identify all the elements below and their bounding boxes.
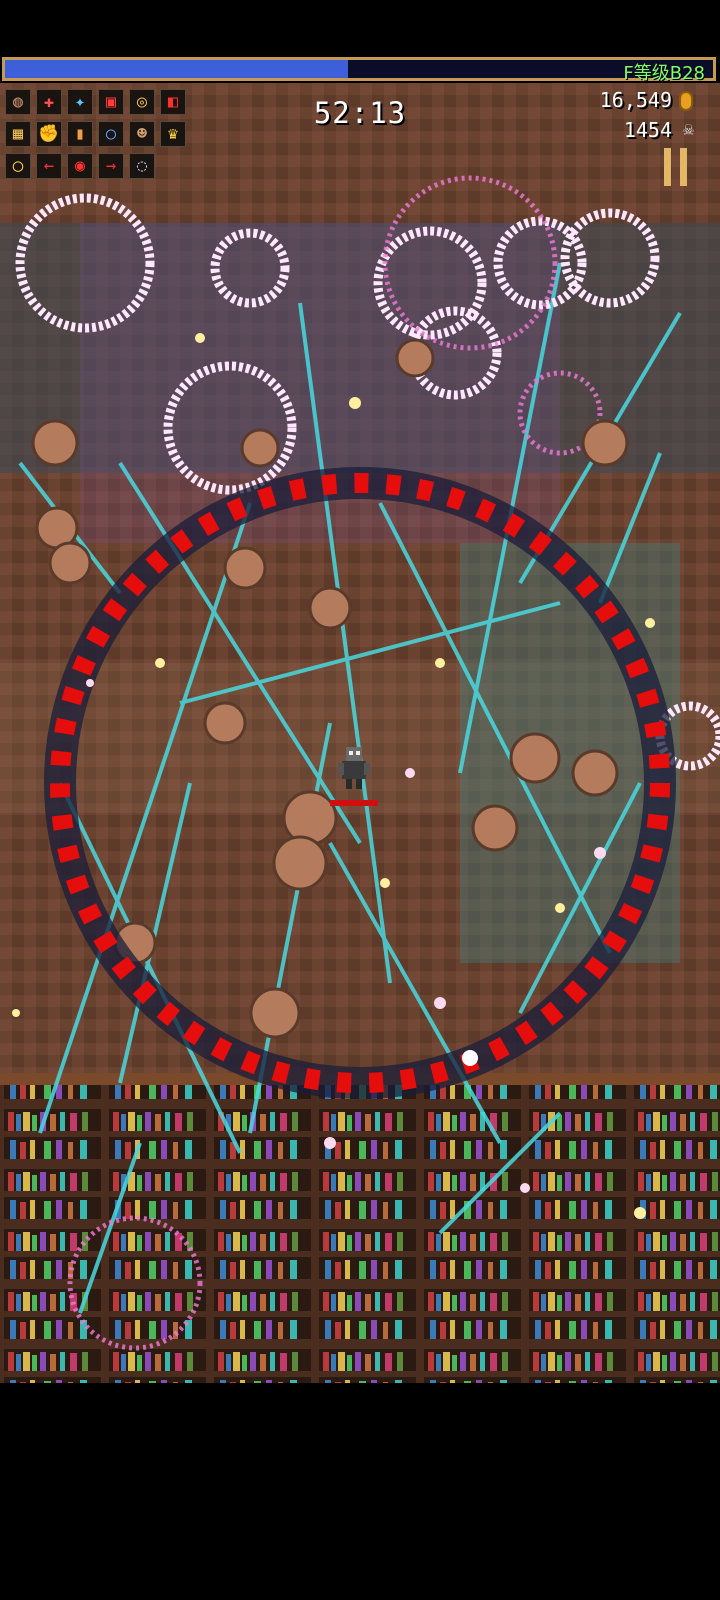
pause-button[interactable] bbox=[662, 148, 690, 186]
level-label: F等级B28 bbox=[623, 63, 705, 84]
cross-shield-icon: ✚ bbox=[36, 89, 62, 115]
candle-icon: ▮ bbox=[67, 121, 93, 147]
survival-timer: 52:13 bbox=[313, 96, 407, 130]
gauntlet-icon: ✊ bbox=[36, 121, 62, 147]
red-mask-icon: ◉ bbox=[67, 153, 93, 179]
skull-icon: ☠ bbox=[683, 119, 694, 140]
experience-fill bbox=[5, 60, 349, 78]
ring-icon: ○ bbox=[98, 121, 124, 147]
gold-coin-icon bbox=[679, 91, 693, 111]
game-playfield[interactable] bbox=[0, 83, 720, 1383]
player-character bbox=[338, 747, 370, 789]
status-bar-area bbox=[0, 0, 720, 56]
lattice-icon: ▦ bbox=[5, 121, 31, 147]
clock-ring-icon: ◎ bbox=[129, 89, 155, 115]
gold-count: 16,549 bbox=[599, 88, 672, 112]
silver-ring-icon: ◌ bbox=[129, 153, 155, 179]
pastry-icon: ◍ bbox=[5, 89, 31, 115]
crown-icon: ♛ bbox=[160, 121, 186, 147]
game-scene bbox=[0, 83, 720, 1383]
player-health-bar bbox=[330, 800, 378, 806]
experience-bar: F等级B28 bbox=[2, 57, 716, 84]
kill-count: 1454 bbox=[623, 118, 672, 142]
face-icon: ☻ bbox=[129, 121, 155, 147]
bottom-area bbox=[0, 1383, 720, 1600]
gold-ring-icon: ◯ bbox=[5, 153, 31, 179]
magic-wand-icon: ✦ bbox=[67, 89, 93, 115]
right-arrow-icon: → bbox=[98, 153, 124, 179]
left-arrow-icon: ← bbox=[36, 153, 62, 179]
red-tome-icon: ▣ bbox=[98, 89, 124, 115]
red-book-icon: ◧ bbox=[160, 89, 186, 115]
